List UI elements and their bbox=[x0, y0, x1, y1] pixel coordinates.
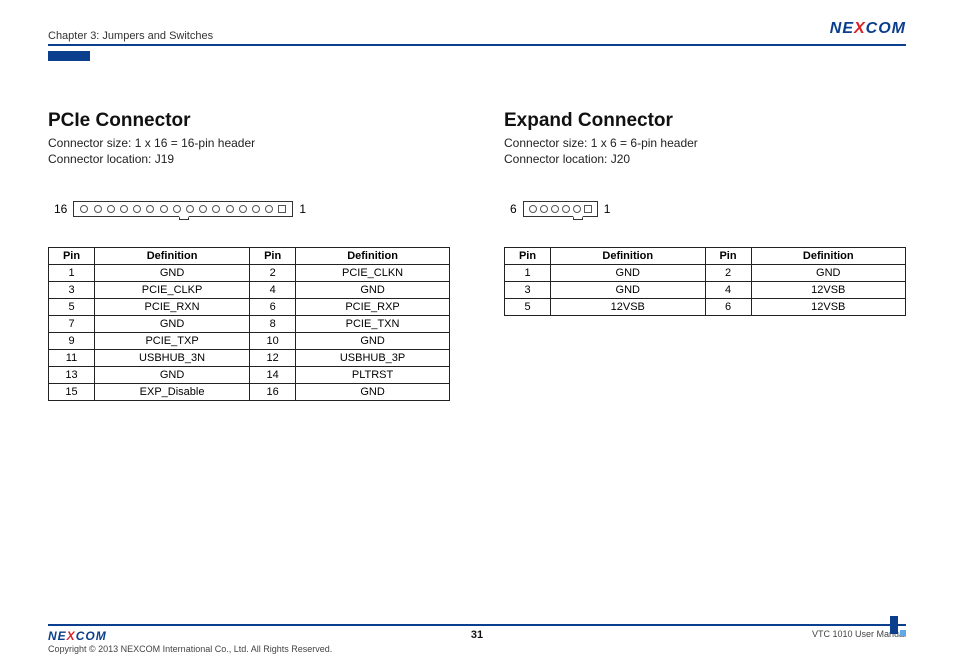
table-cell: GND bbox=[95, 316, 250, 333]
table-cell: 3 bbox=[49, 282, 95, 299]
table-row: 512VSB612VSB bbox=[505, 299, 906, 316]
table-cell: GND bbox=[296, 282, 450, 299]
table-row: 1GND2GND bbox=[505, 265, 906, 282]
th-pin: Pin bbox=[250, 248, 296, 265]
th-pin: Pin bbox=[49, 248, 95, 265]
th-pin: Pin bbox=[705, 248, 751, 265]
table-cell: EXP_Disable bbox=[95, 384, 250, 401]
table-cell: 5 bbox=[49, 299, 95, 316]
table-cell: 1 bbox=[49, 265, 95, 282]
table-row: 9PCIE_TXP10GND bbox=[49, 333, 450, 350]
table-cell: 12VSB bbox=[751, 282, 906, 299]
table-cell: 4 bbox=[705, 282, 751, 299]
table-row: 11USBHUB_3N12USBHUB_3P bbox=[49, 350, 450, 367]
pcie-connector-icon bbox=[73, 201, 293, 217]
tab-strip bbox=[48, 48, 906, 66]
pcie-title: PCIe Connector bbox=[48, 110, 450, 132]
table-cell: PCIE_CLKN bbox=[296, 265, 450, 282]
table-cell: PLTRST bbox=[296, 367, 450, 384]
pcie-pin-table: Pin Definition Pin Definition 1GND2PCIE_… bbox=[48, 247, 450, 401]
table-cell: 4 bbox=[250, 282, 296, 299]
page-number: 31 bbox=[471, 629, 483, 641]
expand-location: Connector location: J20 bbox=[504, 152, 906, 168]
table-cell: 6 bbox=[705, 299, 751, 316]
table-cell: PCIE_RXP bbox=[296, 299, 450, 316]
nexcom-logo-footer: NEXCOM bbox=[48, 629, 332, 643]
table-cell: 9 bbox=[49, 333, 95, 350]
expand-pin-table: Pin Definition Pin Definition 1GND2GND3G… bbox=[504, 247, 906, 316]
table-row: 7GND8PCIE_TXN bbox=[49, 316, 450, 333]
th-def: Definition bbox=[95, 248, 250, 265]
table-cell: 2 bbox=[250, 265, 296, 282]
table-cell: 5 bbox=[505, 299, 551, 316]
table-cell: 12VSB bbox=[751, 299, 906, 316]
th-def: Definition bbox=[551, 248, 706, 265]
pcie-label-right: 1 bbox=[293, 202, 312, 216]
table-cell: PCIE_CLKP bbox=[95, 282, 250, 299]
expand-diagram: 6 1 bbox=[504, 201, 906, 217]
expand-label-left: 6 bbox=[504, 202, 523, 216]
table-cell: 11 bbox=[49, 350, 95, 367]
expand-size: Connector size: 1 x 6 = 6-pin header bbox=[504, 136, 906, 152]
table-cell: PCIE_TXN bbox=[296, 316, 450, 333]
table-cell: GND bbox=[551, 282, 706, 299]
table-cell: GND bbox=[551, 265, 706, 282]
page-footer: NEXCOM Copyright © 2013 NEXCOM Internati… bbox=[48, 624, 906, 654]
table-cell: 16 bbox=[250, 384, 296, 401]
table-row: 5PCIE_RXN6PCIE_RXP bbox=[49, 299, 450, 316]
nexcom-logo: NEXCOM bbox=[830, 20, 906, 42]
table-cell: GND bbox=[296, 333, 450, 350]
table-cell: 6 bbox=[250, 299, 296, 316]
copyright-text: Copyright © 2013 NEXCOM International Co… bbox=[48, 644, 332, 654]
table-row: 3PCIE_CLKP4GND bbox=[49, 282, 450, 299]
expand-label-right: 1 bbox=[598, 202, 617, 216]
table-cell: GND bbox=[296, 384, 450, 401]
table-cell: PCIE_RXN bbox=[95, 299, 250, 316]
expand-title: Expand Connector bbox=[504, 110, 906, 132]
table-cell: USBHUB_3P bbox=[296, 350, 450, 367]
table-cell: 12VSB bbox=[551, 299, 706, 316]
table-cell: GND bbox=[95, 367, 250, 384]
table-cell: 1 bbox=[505, 265, 551, 282]
table-cell: 13 bbox=[49, 367, 95, 384]
chapter-title: Chapter 3: Jumpers and Switches bbox=[48, 30, 213, 42]
table-row: 15EXP_Disable16GND bbox=[49, 384, 450, 401]
th-pin: Pin bbox=[505, 248, 551, 265]
pcie-size: Connector size: 1 x 16 = 16-pin header bbox=[48, 136, 450, 152]
table-cell: 10 bbox=[250, 333, 296, 350]
table-cell: 12 bbox=[250, 350, 296, 367]
pcie-section: PCIe Connector Connector size: 1 x 16 = … bbox=[48, 110, 450, 401]
table-cell: GND bbox=[751, 265, 906, 282]
pcie-diagram: 16 1 bbox=[48, 201, 450, 217]
page-header: Chapter 3: Jumpers and Switches NEXCOM bbox=[48, 20, 906, 46]
footer-decoration-icon bbox=[889, 616, 906, 636]
pcie-location: Connector location: J19 bbox=[48, 152, 450, 168]
table-cell: USBHUB_3N bbox=[95, 350, 250, 367]
table-cell: 7 bbox=[49, 316, 95, 333]
th-def: Definition bbox=[751, 248, 906, 265]
expand-connector-icon bbox=[523, 201, 598, 217]
table-cell: 3 bbox=[505, 282, 551, 299]
table-row: 3GND412VSB bbox=[505, 282, 906, 299]
table-cell: 15 bbox=[49, 384, 95, 401]
table-cell: PCIE_TXP bbox=[95, 333, 250, 350]
th-def: Definition bbox=[296, 248, 450, 265]
table-cell: 8 bbox=[250, 316, 296, 333]
table-cell: 14 bbox=[250, 367, 296, 384]
pcie-label-left: 16 bbox=[48, 202, 73, 216]
table-cell: GND bbox=[95, 265, 250, 282]
expand-section: Expand Connector Connector size: 1 x 6 =… bbox=[504, 110, 906, 401]
table-row: 13GND14PLTRST bbox=[49, 367, 450, 384]
table-row: 1GND2PCIE_CLKN bbox=[49, 265, 450, 282]
table-cell: 2 bbox=[705, 265, 751, 282]
